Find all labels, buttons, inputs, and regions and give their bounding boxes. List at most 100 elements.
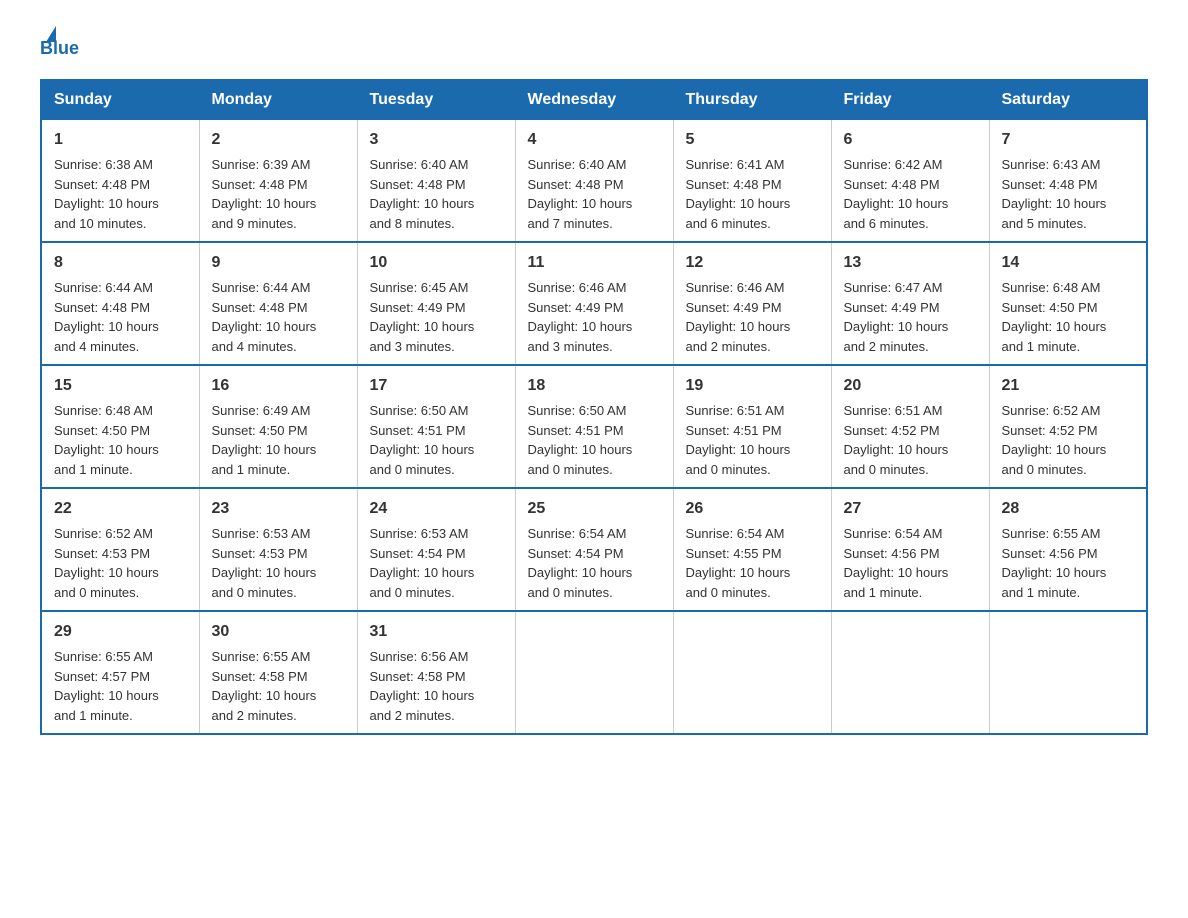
calendar-cell: 27 Sunrise: 6:54 AMSunset: 4:56 PMDaylig… xyxy=(831,488,989,611)
day-header-sunday: Sunday xyxy=(41,80,199,120)
calendar-cell: 16 Sunrise: 6:49 AMSunset: 4:50 PMDaylig… xyxy=(199,365,357,488)
day-info: Sunrise: 6:54 AMSunset: 4:54 PMDaylight:… xyxy=(528,526,633,600)
calendar-cell xyxy=(515,611,673,734)
calendar-week-row: 8 Sunrise: 6:44 AMSunset: 4:48 PMDayligh… xyxy=(41,242,1147,365)
calendar-week-row: 29 Sunrise: 6:55 AMSunset: 4:57 PMDaylig… xyxy=(41,611,1147,734)
calendar-cell: 28 Sunrise: 6:55 AMSunset: 4:56 PMDaylig… xyxy=(989,488,1147,611)
day-number: 28 xyxy=(1002,497,1135,521)
calendar-week-row: 1 Sunrise: 6:38 AMSunset: 4:48 PMDayligh… xyxy=(41,120,1147,243)
day-number: 8 xyxy=(54,251,187,275)
calendar-cell xyxy=(989,611,1147,734)
calendar-cell: 6 Sunrise: 6:42 AMSunset: 4:48 PMDayligh… xyxy=(831,120,989,243)
day-info: Sunrise: 6:44 AMSunset: 4:48 PMDaylight:… xyxy=(212,280,317,354)
calendar-cell: 1 Sunrise: 6:38 AMSunset: 4:48 PMDayligh… xyxy=(41,120,199,243)
day-info: Sunrise: 6:51 AMSunset: 4:51 PMDaylight:… xyxy=(686,403,791,477)
day-number: 21 xyxy=(1002,374,1135,398)
day-number: 15 xyxy=(54,374,187,398)
day-info: Sunrise: 6:46 AMSunset: 4:49 PMDaylight:… xyxy=(686,280,791,354)
calendar-cell: 30 Sunrise: 6:55 AMSunset: 4:58 PMDaylig… xyxy=(199,611,357,734)
day-header-monday: Monday xyxy=(199,80,357,120)
day-number: 5 xyxy=(686,128,819,152)
day-header-friday: Friday xyxy=(831,80,989,120)
day-number: 24 xyxy=(370,497,503,521)
day-info: Sunrise: 6:54 AMSunset: 4:55 PMDaylight:… xyxy=(686,526,791,600)
day-info: Sunrise: 6:50 AMSunset: 4:51 PMDaylight:… xyxy=(370,403,475,477)
calendar-cell: 24 Sunrise: 6:53 AMSunset: 4:54 PMDaylig… xyxy=(357,488,515,611)
day-number: 10 xyxy=(370,251,503,275)
day-number: 14 xyxy=(1002,251,1135,275)
day-number: 26 xyxy=(686,497,819,521)
day-info: Sunrise: 6:42 AMSunset: 4:48 PMDaylight:… xyxy=(844,157,949,231)
calendar-cell: 29 Sunrise: 6:55 AMSunset: 4:57 PMDaylig… xyxy=(41,611,199,734)
calendar-cell: 21 Sunrise: 6:52 AMSunset: 4:52 PMDaylig… xyxy=(989,365,1147,488)
day-info: Sunrise: 6:52 AMSunset: 4:53 PMDaylight:… xyxy=(54,526,159,600)
calendar-week-row: 15 Sunrise: 6:48 AMSunset: 4:50 PMDaylig… xyxy=(41,365,1147,488)
calendar-cell xyxy=(673,611,831,734)
day-number: 29 xyxy=(54,620,187,644)
calendar-cell: 3 Sunrise: 6:40 AMSunset: 4:48 PMDayligh… xyxy=(357,120,515,243)
calendar-cell: 20 Sunrise: 6:51 AMSunset: 4:52 PMDaylig… xyxy=(831,365,989,488)
day-number: 12 xyxy=(686,251,819,275)
day-info: Sunrise: 6:40 AMSunset: 4:48 PMDaylight:… xyxy=(528,157,633,231)
day-number: 13 xyxy=(844,251,977,275)
page-header: Blue xyxy=(40,30,1148,59)
day-header-wednesday: Wednesday xyxy=(515,80,673,120)
calendar-cell: 9 Sunrise: 6:44 AMSunset: 4:48 PMDayligh… xyxy=(199,242,357,365)
calendar-cell: 31 Sunrise: 6:56 AMSunset: 4:58 PMDaylig… xyxy=(357,611,515,734)
day-number: 3 xyxy=(370,128,503,152)
day-number: 22 xyxy=(54,497,187,521)
day-info: Sunrise: 6:48 AMSunset: 4:50 PMDaylight:… xyxy=(1002,280,1107,354)
day-info: Sunrise: 6:49 AMSunset: 4:50 PMDaylight:… xyxy=(212,403,317,477)
day-info: Sunrise: 6:56 AMSunset: 4:58 PMDaylight:… xyxy=(370,649,475,723)
calendar-cell: 18 Sunrise: 6:50 AMSunset: 4:51 PMDaylig… xyxy=(515,365,673,488)
day-number: 2 xyxy=(212,128,345,152)
day-number: 17 xyxy=(370,374,503,398)
day-info: Sunrise: 6:45 AMSunset: 4:49 PMDaylight:… xyxy=(370,280,475,354)
day-info: Sunrise: 6:51 AMSunset: 4:52 PMDaylight:… xyxy=(844,403,949,477)
day-number: 31 xyxy=(370,620,503,644)
day-info: Sunrise: 6:44 AMSunset: 4:48 PMDaylight:… xyxy=(54,280,159,354)
day-info: Sunrise: 6:43 AMSunset: 4:48 PMDaylight:… xyxy=(1002,157,1107,231)
day-number: 4 xyxy=(528,128,661,152)
calendar-cell: 10 Sunrise: 6:45 AMSunset: 4:49 PMDaylig… xyxy=(357,242,515,365)
calendar-cell: 4 Sunrise: 6:40 AMSunset: 4:48 PMDayligh… xyxy=(515,120,673,243)
day-number: 27 xyxy=(844,497,977,521)
calendar-cell: 14 Sunrise: 6:48 AMSunset: 4:50 PMDaylig… xyxy=(989,242,1147,365)
day-header-saturday: Saturday xyxy=(989,80,1147,120)
day-info: Sunrise: 6:38 AMSunset: 4:48 PMDaylight:… xyxy=(54,157,159,231)
day-info: Sunrise: 6:53 AMSunset: 4:54 PMDaylight:… xyxy=(370,526,475,600)
calendar-table: SundayMondayTuesdayWednesdayThursdayFrid… xyxy=(40,79,1148,735)
day-number: 6 xyxy=(844,128,977,152)
calendar-cell: 17 Sunrise: 6:50 AMSunset: 4:51 PMDaylig… xyxy=(357,365,515,488)
day-number: 16 xyxy=(212,374,345,398)
logo: Blue xyxy=(40,30,79,59)
day-number: 11 xyxy=(528,251,661,275)
day-number: 30 xyxy=(212,620,345,644)
calendar-cell: 22 Sunrise: 6:52 AMSunset: 4:53 PMDaylig… xyxy=(41,488,199,611)
calendar-cell: 8 Sunrise: 6:44 AMSunset: 4:48 PMDayligh… xyxy=(41,242,199,365)
logo-subtitle: Blue xyxy=(40,38,79,59)
calendar-cell: 25 Sunrise: 6:54 AMSunset: 4:54 PMDaylig… xyxy=(515,488,673,611)
calendar-cell: 2 Sunrise: 6:39 AMSunset: 4:48 PMDayligh… xyxy=(199,120,357,243)
calendar-cell: 7 Sunrise: 6:43 AMSunset: 4:48 PMDayligh… xyxy=(989,120,1147,243)
day-info: Sunrise: 6:55 AMSunset: 4:58 PMDaylight:… xyxy=(212,649,317,723)
day-info: Sunrise: 6:50 AMSunset: 4:51 PMDaylight:… xyxy=(528,403,633,477)
day-number: 25 xyxy=(528,497,661,521)
day-header-thursday: Thursday xyxy=(673,80,831,120)
calendar-cell: 23 Sunrise: 6:53 AMSunset: 4:53 PMDaylig… xyxy=(199,488,357,611)
day-info: Sunrise: 6:41 AMSunset: 4:48 PMDaylight:… xyxy=(686,157,791,231)
day-number: 23 xyxy=(212,497,345,521)
day-header-tuesday: Tuesday xyxy=(357,80,515,120)
day-number: 20 xyxy=(844,374,977,398)
day-number: 9 xyxy=(212,251,345,275)
day-info: Sunrise: 6:54 AMSunset: 4:56 PMDaylight:… xyxy=(844,526,949,600)
day-info: Sunrise: 6:39 AMSunset: 4:48 PMDaylight:… xyxy=(212,157,317,231)
day-info: Sunrise: 6:55 AMSunset: 4:57 PMDaylight:… xyxy=(54,649,159,723)
day-number: 1 xyxy=(54,128,187,152)
day-number: 18 xyxy=(528,374,661,398)
day-number: 19 xyxy=(686,374,819,398)
calendar-cell: 5 Sunrise: 6:41 AMSunset: 4:48 PMDayligh… xyxy=(673,120,831,243)
day-info: Sunrise: 6:52 AMSunset: 4:52 PMDaylight:… xyxy=(1002,403,1107,477)
day-info: Sunrise: 6:46 AMSunset: 4:49 PMDaylight:… xyxy=(528,280,633,354)
calendar-cell xyxy=(831,611,989,734)
